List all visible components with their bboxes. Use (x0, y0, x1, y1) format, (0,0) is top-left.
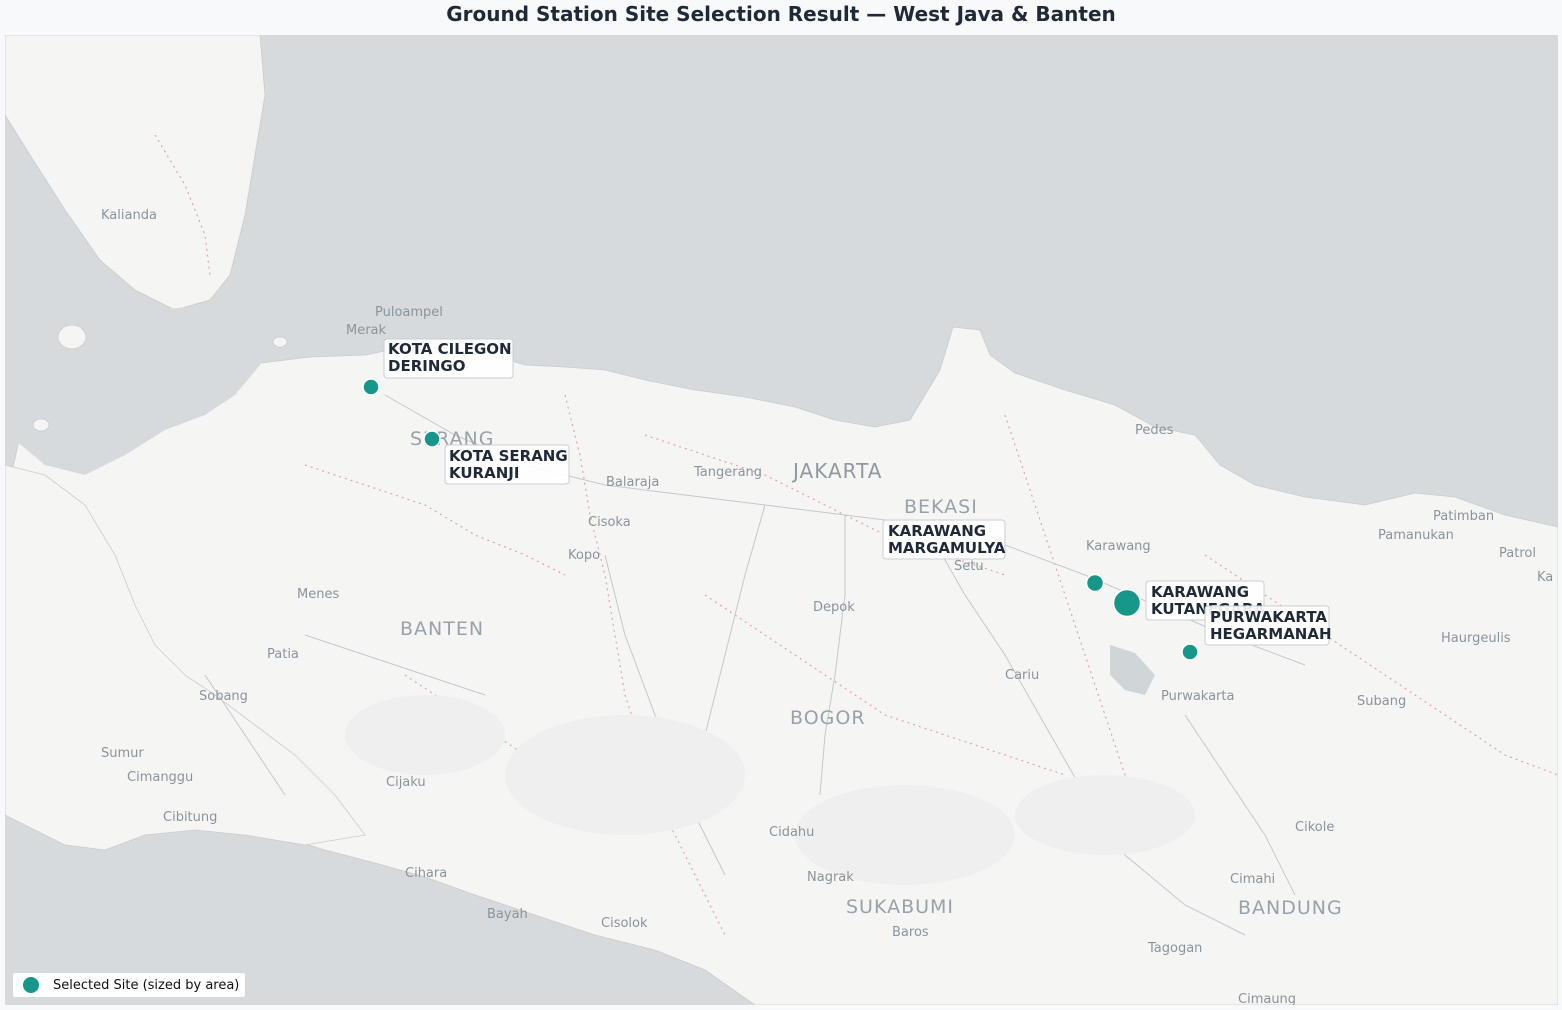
place-label: JAKARTA (791, 459, 882, 483)
site-marker-margamulya[interactable] (1085, 573, 1105, 593)
place-label: BOGOR (790, 707, 866, 729)
map-legend: Selected Site (sized by area) (12, 972, 247, 998)
place-label: Cimahi (1230, 872, 1275, 887)
place-label: Kopo (568, 548, 600, 563)
place-label: Pedes (1135, 423, 1174, 438)
site-label-line2: HEGARMANAH (1210, 625, 1332, 643)
site-label-line1: PURWAKARTA (1210, 608, 1327, 626)
place-label: Cimanggu (127, 770, 193, 785)
place-label: Depok (813, 600, 855, 615)
place-label: Ka (1537, 570, 1553, 585)
site-label-line2: DERINGO (388, 357, 465, 375)
site-label-line2: KURANJI (449, 464, 519, 482)
place-label: BANDUNG (1238, 897, 1343, 919)
map-title: Ground Station Site Selection Result — W… (446, 2, 1116, 26)
site-label-hegarmanah: PURWAKARTA HEGARMANAH (1204, 605, 1332, 646)
place-label: Subang (1357, 694, 1406, 709)
place-label: Patimban (1433, 509, 1494, 524)
place-label: Cihara (405, 866, 447, 881)
place-label: Cidahu (769, 825, 814, 840)
place-label: Merak (346, 323, 387, 338)
place-label: Nagrak (807, 870, 854, 885)
site-label-margamulya: KARAWANG MARGAMULYA (882, 519, 1006, 560)
legend-label: Selected Site (sized by area) (53, 977, 240, 993)
place-label: Patia (267, 647, 299, 662)
place-label: Baros (892, 925, 929, 940)
map-canvas[interactable]: Kalianda Puloampel Merak SERANG Balaraja… (5, 35, 1558, 1005)
site-marker-kutanegara[interactable] (1112, 588, 1142, 618)
place-label: Cisoka (588, 515, 631, 530)
site-label-line1: KOTA CILEGON (388, 340, 512, 358)
circle-marker-icon (23, 977, 39, 993)
place-label: Setu (954, 559, 984, 574)
place-label: Sobang (199, 689, 248, 704)
place-label: Tangerang (693, 465, 762, 480)
site-label-line2: MARGAMULYA (888, 539, 1006, 557)
site-marker-cilegon[interactable] (362, 378, 380, 396)
place-label: Menes (297, 587, 339, 602)
place-label: Kalianda (101, 208, 157, 223)
place-label: Cijaku (386, 775, 426, 790)
place-label: Cimaung (1238, 992, 1296, 1005)
island (57, 324, 87, 350)
site-label-serang: KOTA SERANG KURANJI (444, 444, 570, 485)
site-marker-hegarmanah[interactable] (1181, 643, 1199, 661)
place-label: BEKASI (904, 496, 978, 518)
island (272, 336, 288, 348)
place-label: Puloampel (375, 305, 443, 320)
place-label: Bayah (487, 907, 528, 922)
place-label: Haurgeulis (1441, 631, 1511, 646)
place-label: Patrol (1499, 546, 1536, 561)
place-label: Tagogan (1147, 941, 1202, 956)
place-label: Cariu (1005, 668, 1039, 683)
place-label: Karawang (1086, 539, 1151, 554)
site-label-cilegon: KOTA CILEGON DERINGO (383, 338, 514, 379)
place-label: Pamanukan (1378, 528, 1454, 543)
site-label-line1: KARAWANG (888, 522, 986, 540)
site-label-line1: KOTA SERANG (449, 447, 568, 465)
site-label-line1: KARAWANG (1151, 583, 1249, 601)
basemap: Kalianda Puloampel Merak SERANG Balaraja… (5, 35, 1558, 1005)
place-label: Cisolok (601, 916, 648, 931)
site-marker-serang[interactable] (423, 430, 441, 448)
place-label: Cikole (1295, 820, 1334, 835)
island (32, 418, 50, 432)
place-label: Cibitung (163, 810, 217, 825)
place-label: BANTEN (400, 618, 484, 640)
place-label: Sumur (101, 746, 144, 761)
place-label: Purwakarta (1161, 689, 1234, 704)
place-label: Balaraja (606, 475, 659, 490)
place-label: SUKABUMI (846, 896, 954, 918)
